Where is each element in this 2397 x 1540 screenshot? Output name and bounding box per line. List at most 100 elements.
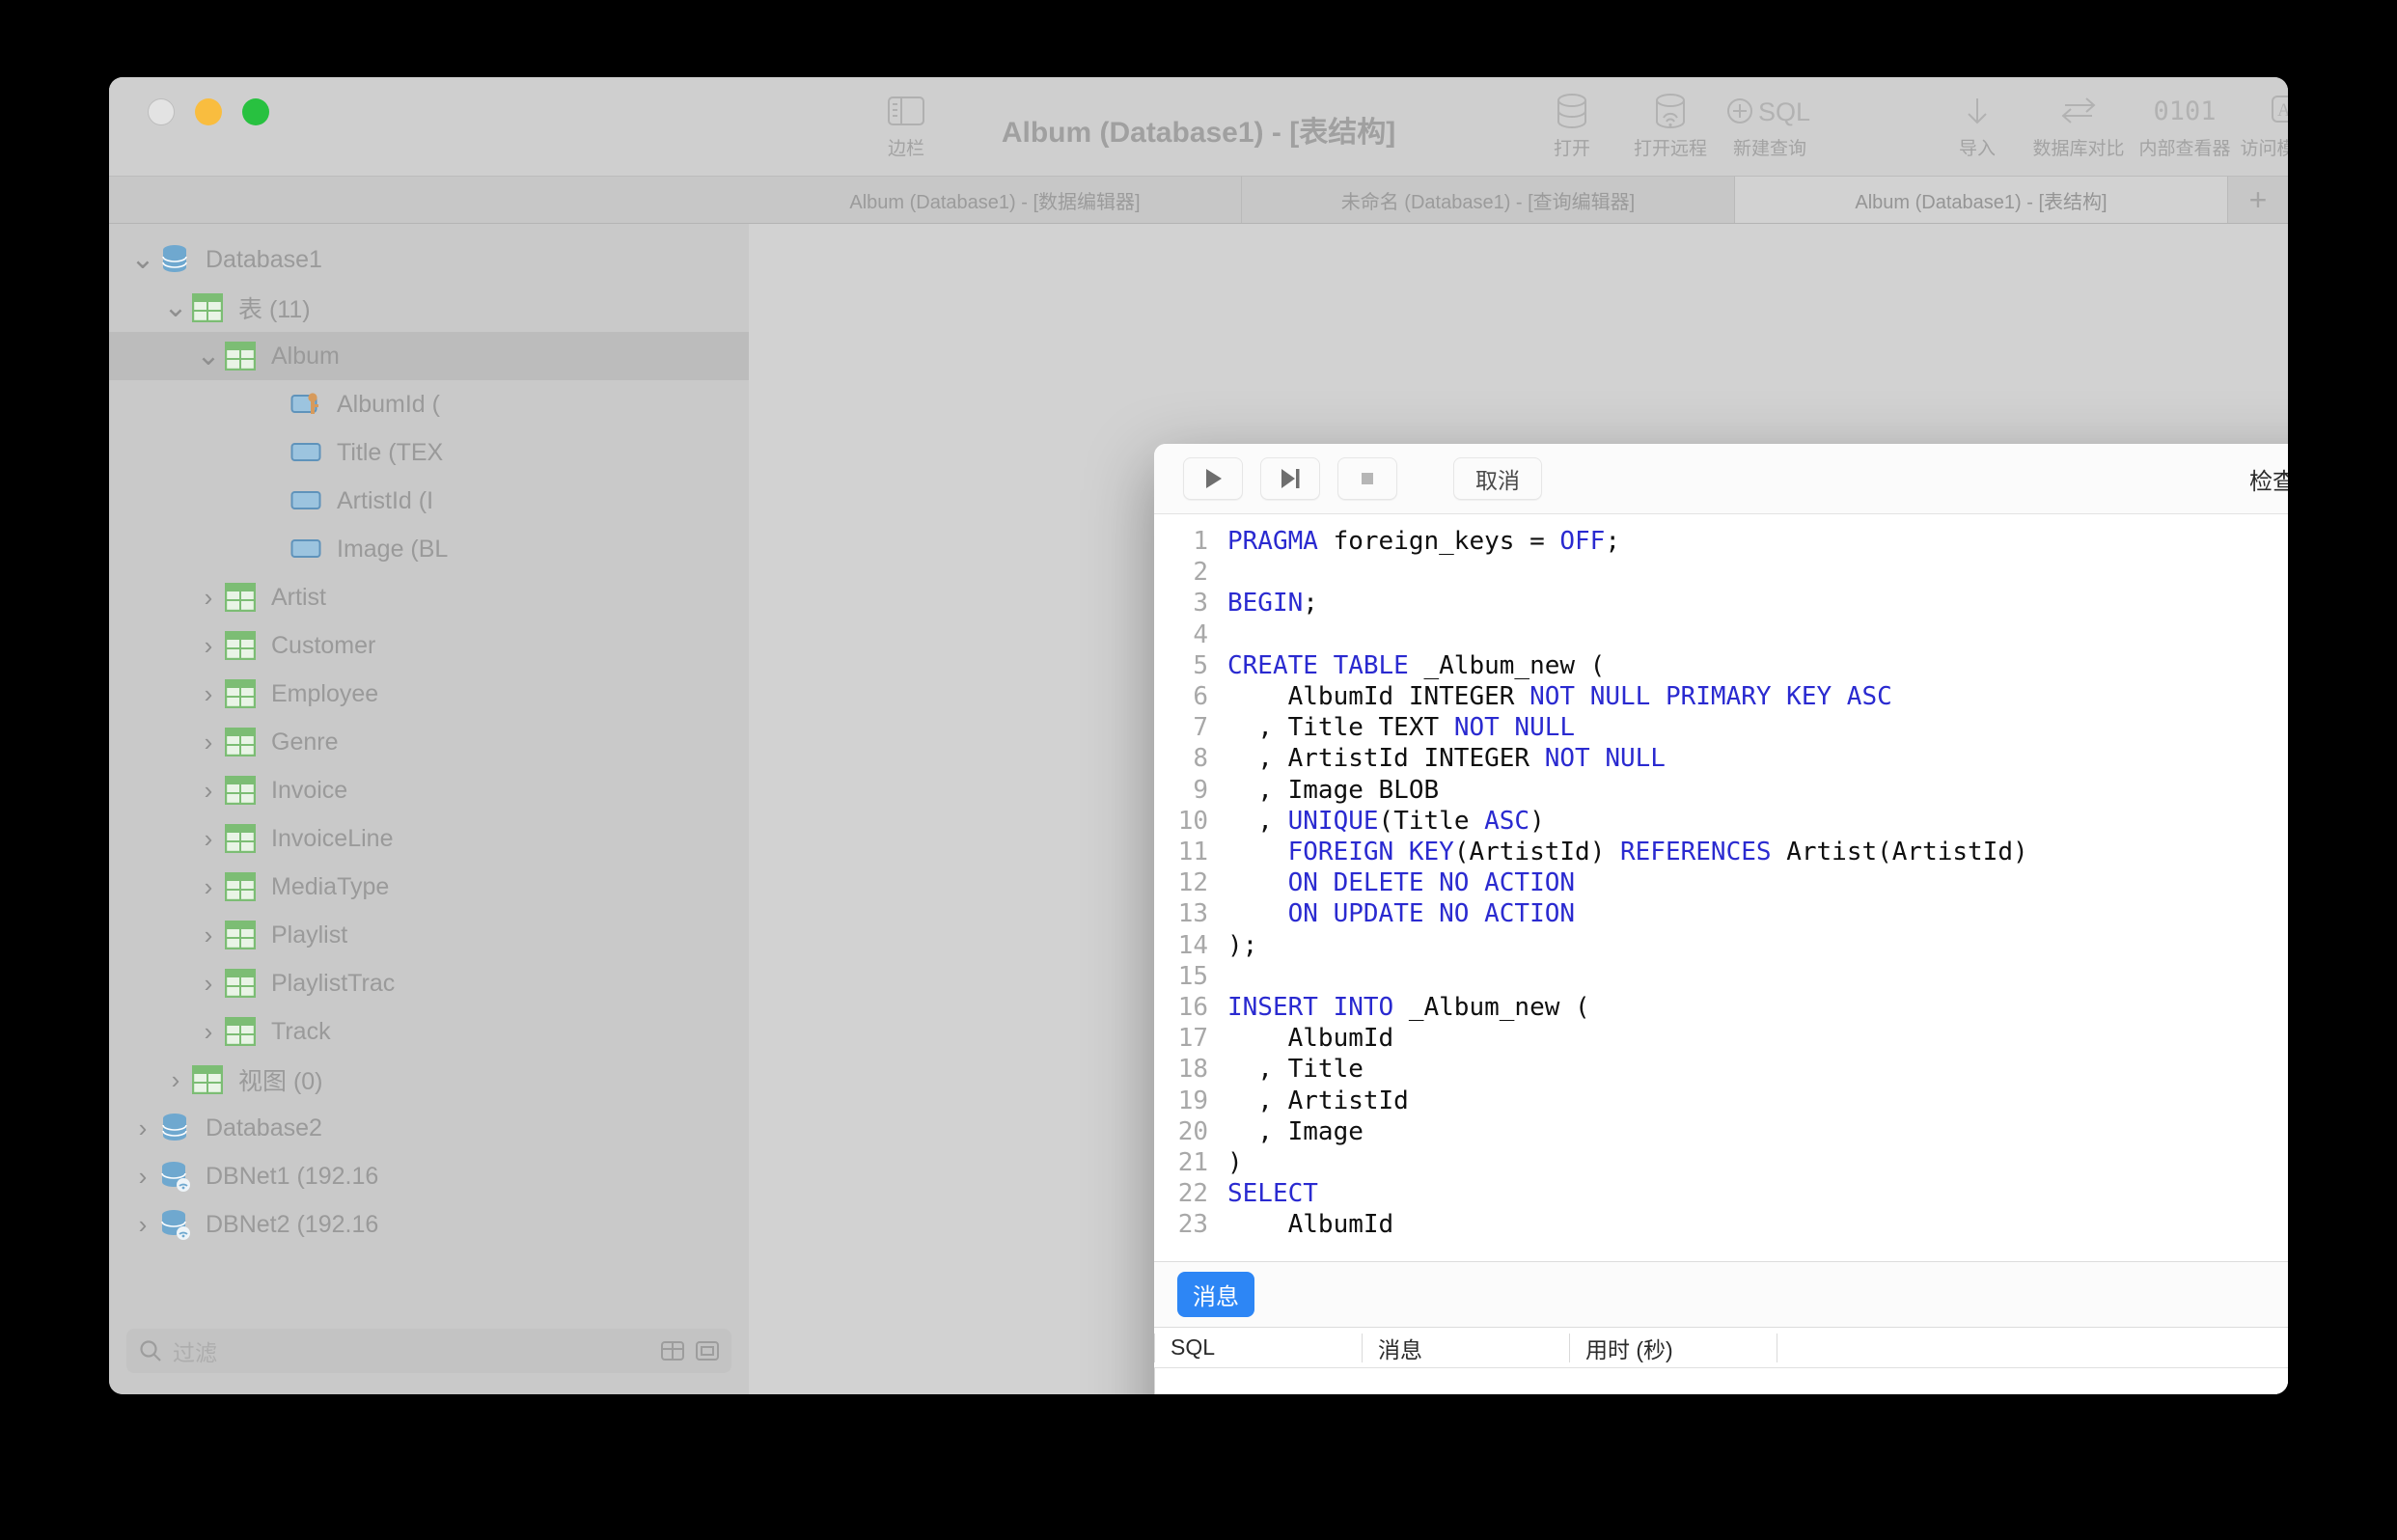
table-icon <box>225 1017 260 1046</box>
detail-view-icon[interactable] <box>695 1338 720 1363</box>
tree-item-label: Database2 <box>206 1114 322 1141</box>
tree-item-albumid[interactable]: ›AlbumId ( <box>109 380 749 428</box>
toolbar-open-remote-button[interactable]: 打开远程 <box>1616 91 1724 160</box>
tree-item-label: Customer <box>271 631 376 659</box>
grid-view-icon[interactable] <box>660 1338 685 1363</box>
results-column-header[interactable] <box>1777 1333 1834 1362</box>
svg-text:SQL: SQL <box>1758 97 1810 126</box>
chevron-down-icon[interactable]: ⌄ <box>192 342 225 371</box>
run-button[interactable] <box>1183 457 1243 500</box>
tree-item-0[interactable]: › 视图 (0) <box>109 1056 749 1104</box>
tree-item-artist[interactable]: › Artist <box>109 573 749 621</box>
sheet-toolbar: 取消 检查要执行到数据库上的脚本。点击▶执行。 <box>1154 444 2288 513</box>
tree-item-image-bl[interactable]: ›Image (BL <box>109 525 749 573</box>
tree-item-playlist[interactable]: › Playlist <box>109 911 749 959</box>
chevron-right-icon[interactable]: › <box>159 1065 192 1095</box>
table-icon <box>225 583 260 612</box>
compare-arrows-icon <box>2057 91 2100 131</box>
tab-data-editor[interactable]: Album (Database1) - [数据编辑器] <box>749 177 1242 223</box>
tree-item-genre[interactable]: › Genre <box>109 718 749 766</box>
chevron-right-icon[interactable]: › <box>192 872 225 902</box>
step-forward-icon <box>1281 469 1300 488</box>
download-arrow-icon <box>1961 91 1994 131</box>
sql-editor[interactable]: 1 2 3 4 5 6 7 8 9 10 11 12 13 14 15 16 1… <box>1154 513 2288 1262</box>
tree-item-mediatype[interactable]: › MediaType <box>109 863 749 911</box>
chevron-right-icon[interactable]: › <box>126 1210 159 1240</box>
filter-bar[interactable]: 过滤 <box>126 1329 731 1373</box>
tree-item-employee[interactable]: › Employee <box>109 670 749 718</box>
close-button[interactable] <box>148 98 175 125</box>
chevron-right-icon[interactable]: › <box>192 679 225 709</box>
chevron-right-icon[interactable]: › <box>126 1162 159 1192</box>
table-icon <box>192 1065 227 1094</box>
results-column-header[interactable]: 用时 (秒) <box>1569 1333 1777 1362</box>
tree-item-dbnet2-192-16[interactable]: › DBNet2 (192.16 <box>109 1200 749 1249</box>
toolbar-new-query-button[interactable]: SQL 新建查询 <box>1716 91 1824 160</box>
chevron-down-icon[interactable]: ⌄ <box>159 293 192 322</box>
tree-item-11[interactable]: ⌄ 表 (11) <box>109 284 749 332</box>
tree-item-track[interactable]: › Track <box>109 1007 749 1056</box>
stop-button[interactable] <box>1337 457 1397 500</box>
tab-table-structure[interactable]: Album (Database1) - [表结构] <box>1735 177 2228 223</box>
chevron-right-icon[interactable]: › <box>192 969 225 999</box>
database-icon <box>159 243 194 276</box>
results-body <box>1154 1368 2288 1394</box>
table-icon <box>225 728 260 756</box>
svg-text:A: A <box>2277 100 2288 121</box>
toolbar-internal-viewer-button[interactable]: 0101 内部查看器 <box>2131 91 2239 160</box>
results-column-header[interactable]: SQL <box>1154 1333 1362 1362</box>
toolbar-access-simulator-button[interactable]: A 访问模拟器 <box>2232 91 2288 160</box>
maximize-button[interactable] <box>242 98 269 125</box>
tab-query-editor[interactable]: 未命名 (Database1) - [查询编辑器] <box>1242 177 1735 223</box>
tree-item-database1[interactable]: ⌄ Database1 <box>109 235 749 284</box>
tree-item-dbnet1-192-16[interactable]: › DBNet1 (192.16 <box>109 1152 749 1200</box>
database-remote-icon <box>159 1160 194 1193</box>
tree-item-invoiceline[interactable]: › InvoiceLine <box>109 814 749 863</box>
new-tab-button[interactable]: + <box>2228 177 2288 223</box>
chevron-right-icon[interactable]: › <box>192 631 225 661</box>
tree-item-label: Image (BL <box>337 535 449 563</box>
sidebar-icon <box>888 91 924 131</box>
toolbar-open-button[interactable]: 打开 <box>1518 91 1626 160</box>
window-toolbar: 边栏 Album (Database1) - [表结构] 打开 打开远程 SQL… <box>109 77 2288 176</box>
tree-item-database2[interactable]: › Database2 <box>109 1104 749 1152</box>
sidebar-toggle-button[interactable]: 边栏 <box>852 91 960 160</box>
main-window: 边栏 Album (Database1) - [表结构] 打开 打开远程 SQL… <box>109 77 2288 1394</box>
chevron-right-icon[interactable]: › <box>192 824 225 854</box>
tree-item-album[interactable]: ⌄ Album <box>109 332 749 380</box>
chevron-right-icon[interactable]: › <box>192 1017 225 1047</box>
chevron-right-icon[interactable]: › <box>192 921 225 950</box>
column-icon <box>290 490 325 511</box>
step-button[interactable] <box>1260 457 1320 500</box>
chevron-down-icon[interactable]: ⌄ <box>126 245 159 274</box>
tree-item-invoice[interactable]: › Invoice <box>109 766 749 814</box>
sql-code-text[interactable]: PRAGMA foreign_keys = OFF; BEGIN; CREATE… <box>1220 526 2288 1261</box>
tab-messages[interactable]: 消息 <box>1177 1272 1254 1318</box>
search-icon <box>138 1338 163 1363</box>
chevron-right-icon[interactable]: › <box>192 583 225 613</box>
filter-input[interactable]: 过滤 <box>173 1334 650 1367</box>
sheet-hint-text: 检查要执行到数据库上的脚本。点击▶执行。 <box>2249 468 2288 495</box>
tree-item-label: AlbumId ( <box>337 390 440 418</box>
chevron-right-icon[interactable]: › <box>192 776 225 806</box>
tree-item-label: Artist <box>271 583 326 611</box>
results-row[interactable] <box>1154 1368 2288 1394</box>
cancel-button[interactable]: 取消 <box>1453 457 1542 500</box>
database-remote-icon <box>1654 91 1687 131</box>
tree-item-artistid-i[interactable]: ›ArtistId (I <box>109 477 749 525</box>
table-icon <box>225 342 260 371</box>
chevron-right-icon[interactable]: › <box>192 728 225 757</box>
chevron-right-icon[interactable]: › <box>126 1114 159 1143</box>
tree-item-label: Title (TEX <box>337 438 444 466</box>
sql-code-area[interactable]: 1 2 3 4 5 6 7 8 9 10 11 12 13 14 15 16 1… <box>1154 514 2288 1261</box>
tab-bar-spacer <box>109 177 749 223</box>
tree-item-title-tex[interactable]: ›Title (TEX <box>109 428 749 477</box>
minimize-button[interactable] <box>195 98 222 125</box>
plus-sql-icon: SQL <box>1723 91 1816 131</box>
tree-item-playlisttrac[interactable]: › PlaylistTrac <box>109 959 749 1007</box>
results-column-header[interactable]: 消息 <box>1362 1333 1569 1362</box>
tree-item-customer[interactable]: › Customer <box>109 621 749 670</box>
toolbar-db-compare-button[interactable]: 数据库对比 <box>2025 91 2133 160</box>
tree-item-label: PlaylistTrac <box>271 969 396 997</box>
toolbar-import-button[interactable]: 导入 <box>1923 91 2031 160</box>
